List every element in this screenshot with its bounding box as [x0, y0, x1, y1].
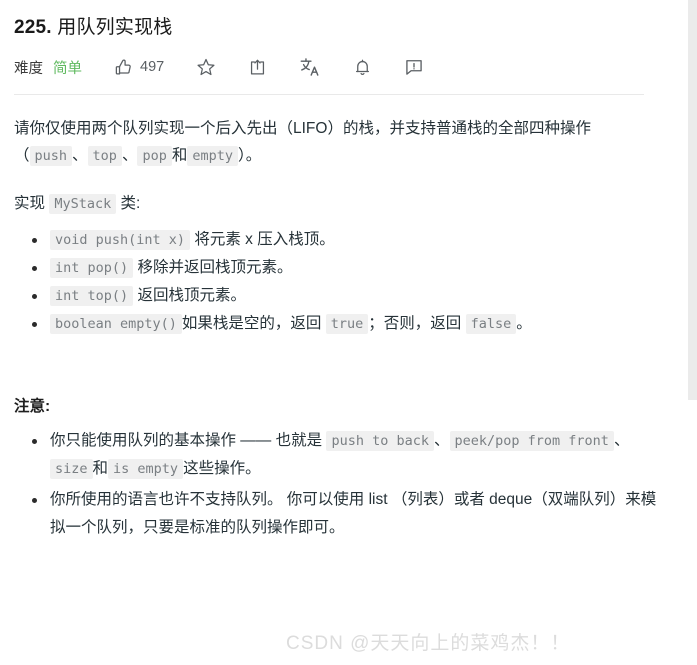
- method-description: 将元素 x 压入栈顶。: [194, 231, 335, 248]
- desc-p2-text-b: 类:: [120, 195, 141, 212]
- description-paragraph-2: 实现 MyStack 类:: [14, 190, 660, 218]
- translate-button[interactable]: [299, 56, 321, 78]
- method-description-b: ；否则，返回: [368, 315, 462, 332]
- method-description-a: 如果栈是空的，返回: [181, 315, 322, 332]
- code-chip-mystack: MyStack: [49, 194, 117, 214]
- notice-list: 你只能使用队列的基本操作 —— 也就是 push to back、 peek/po…: [14, 427, 660, 542]
- code-chip-push: push: [29, 146, 73, 166]
- code-chip-peek-pop-from-front: peek/pop from front: [449, 431, 614, 451]
- share-icon: [248, 58, 267, 77]
- list-item: int pop() 移除并返回栈顶元素。: [32, 254, 660, 282]
- method-list: void push(int x) 将元素 x 压入栈顶。 int pop() 移…: [14, 226, 660, 338]
- desc-p2-text-a: 实现: [14, 195, 46, 212]
- list-item: int top() 返回栈顶元素。: [32, 282, 660, 310]
- problem-number: 225.: [14, 17, 52, 38]
- like-button[interactable]: 497: [114, 58, 164, 77]
- scrollbar-gutter[interactable]: [688, 0, 697, 400]
- description-paragraph-1: 请你仅使用两个队列实现一个后入先出（LIFO）的栈，并支持普通栈的全部四种操作（…: [14, 115, 660, 170]
- method-description-c: 。: [516, 315, 532, 332]
- desc-p1-sep-1: 、: [72, 147, 88, 164]
- desc-p1-sep-2: 、: [121, 147, 138, 164]
- code-chip-false: false: [465, 314, 517, 334]
- code-chip-top: top: [87, 146, 122, 166]
- notice-title: 注意:: [14, 398, 51, 415]
- code-chip-method: int top(): [50, 286, 134, 306]
- problem-content: 225. 用队列实现栈 难度 简单 497 请你仅使用两个队列实现一个后入先出（…: [0, 0, 676, 545]
- difficulty-badge: 简单: [53, 60, 82, 77]
- code-chip-is-empty: is empty: [108, 459, 184, 479]
- bell-icon: [353, 58, 372, 77]
- problem-title-text: 用队列实现栈: [57, 17, 173, 38]
- star-icon: [196, 57, 216, 77]
- code-chip-method: void push(int x): [50, 230, 191, 250]
- method-description: 返回栈顶元素。: [137, 287, 246, 304]
- notice-item1-text-e: 这些操作。: [183, 460, 261, 477]
- code-chip-method: int pop(): [50, 258, 134, 278]
- list-item: boolean empty() 如果栈是空的，返回 true ；否则，返回 fals…: [32, 310, 660, 338]
- method-description: 移除并返回栈顶元素。: [137, 259, 293, 276]
- share-button[interactable]: [248, 58, 267, 77]
- report-icon: [404, 57, 424, 77]
- code-chip-true: true: [325, 314, 369, 334]
- code-chip-push-to-back: push to back: [326, 431, 434, 451]
- translate-icon: [299, 56, 321, 78]
- code-chip-pop: pop: [137, 146, 172, 166]
- notice-item1-conj: 和: [92, 460, 109, 477]
- problem-page: 225. 用队列实现栈 难度 简单 497 请你仅使用两个队列实现一个后入先出（…: [0, 0, 697, 665]
- list-item: 你只能使用队列的基本操作 —— 也就是 push to back、 peek/po…: [32, 427, 660, 483]
- favorite-button[interactable]: [196, 57, 216, 77]
- desc-p1-conj: 和: [171, 147, 188, 164]
- like-count: 497: [140, 59, 165, 75]
- notice-item1-text-a: 你只能使用队列的基本操作 —— 也就是: [50, 432, 323, 449]
- problem-meta-row: 难度 简单 497: [14, 54, 660, 80]
- desc-p1-text-e: ）。: [238, 147, 262, 164]
- thumbs-up-icon: [114, 58, 133, 77]
- report-button[interactable]: [404, 57, 424, 77]
- list-item: void push(int x) 将元素 x 压入栈顶。: [32, 226, 660, 254]
- code-chip-empty: empty: [187, 146, 238, 166]
- notice-item1-sep-1: 、: [433, 432, 450, 449]
- list-item: 你所使用的语言也许不支持队列。 你可以使用 list （列表）或者 deque（…: [32, 486, 660, 542]
- notice-item1-sep-2: 、: [613, 432, 630, 449]
- page-title: 225. 用队列实现栈: [14, 14, 660, 42]
- code-chip-size: size: [50, 459, 93, 479]
- notification-button[interactable]: [353, 58, 372, 77]
- header-divider: [14, 94, 644, 95]
- difficulty-label: 难度: [14, 60, 43, 77]
- code-chip-method: boolean empty(): [50, 314, 182, 334]
- watermark: CSDN @天天向上的菜鸡杰！！: [286, 633, 571, 654]
